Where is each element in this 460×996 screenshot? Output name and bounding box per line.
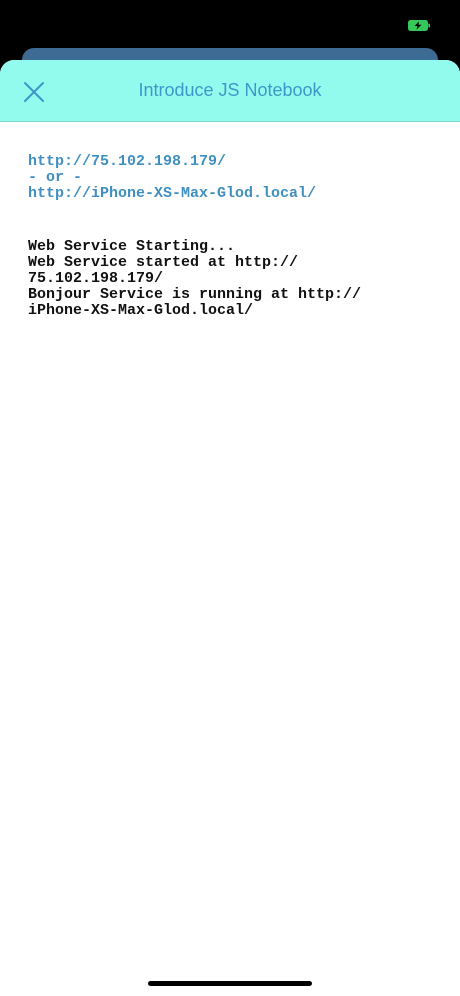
log-line: Web Service started at http:// <box>28 254 299 271</box>
log-line: 75.102.198.179/ <box>28 270 164 287</box>
log-line: Bonjour Service is running at http:// <box>28 286 362 303</box>
page-title: Introduce JS Notebook <box>138 80 322 100</box>
battery-charging-icon <box>408 20 430 31</box>
status-bar <box>0 0 460 48</box>
home-indicator[interactable] <box>148 981 312 986</box>
local-url-link[interactable]: http://iPhone-XS-Max-Glod.local/ <box>28 186 432 202</box>
content-area: http://75.102.198.179/ - or - http://iPh… <box>0 122 460 319</box>
ip-url-link[interactable]: http://75.102.198.179/ <box>28 154 432 170</box>
service-log: Web Service Starting... Web Service star… <box>28 239 432 319</box>
modal-sheet: Introduce JS Notebook http://75.102.198.… <box>0 60 460 996</box>
log-line: iPhone-XS-Max-Glod.local/ <box>28 302 254 319</box>
link-separator: - or - <box>28 169 83 186</box>
log-line: Web Service Starting... <box>28 238 236 255</box>
app-screen: Introduce JS Notebook http://75.102.198.… <box>0 0 460 996</box>
navigation-bar: Introduce JS Notebook <box>0 60 460 122</box>
server-links: http://75.102.198.179/ - or - http://iPh… <box>28 154 432 202</box>
